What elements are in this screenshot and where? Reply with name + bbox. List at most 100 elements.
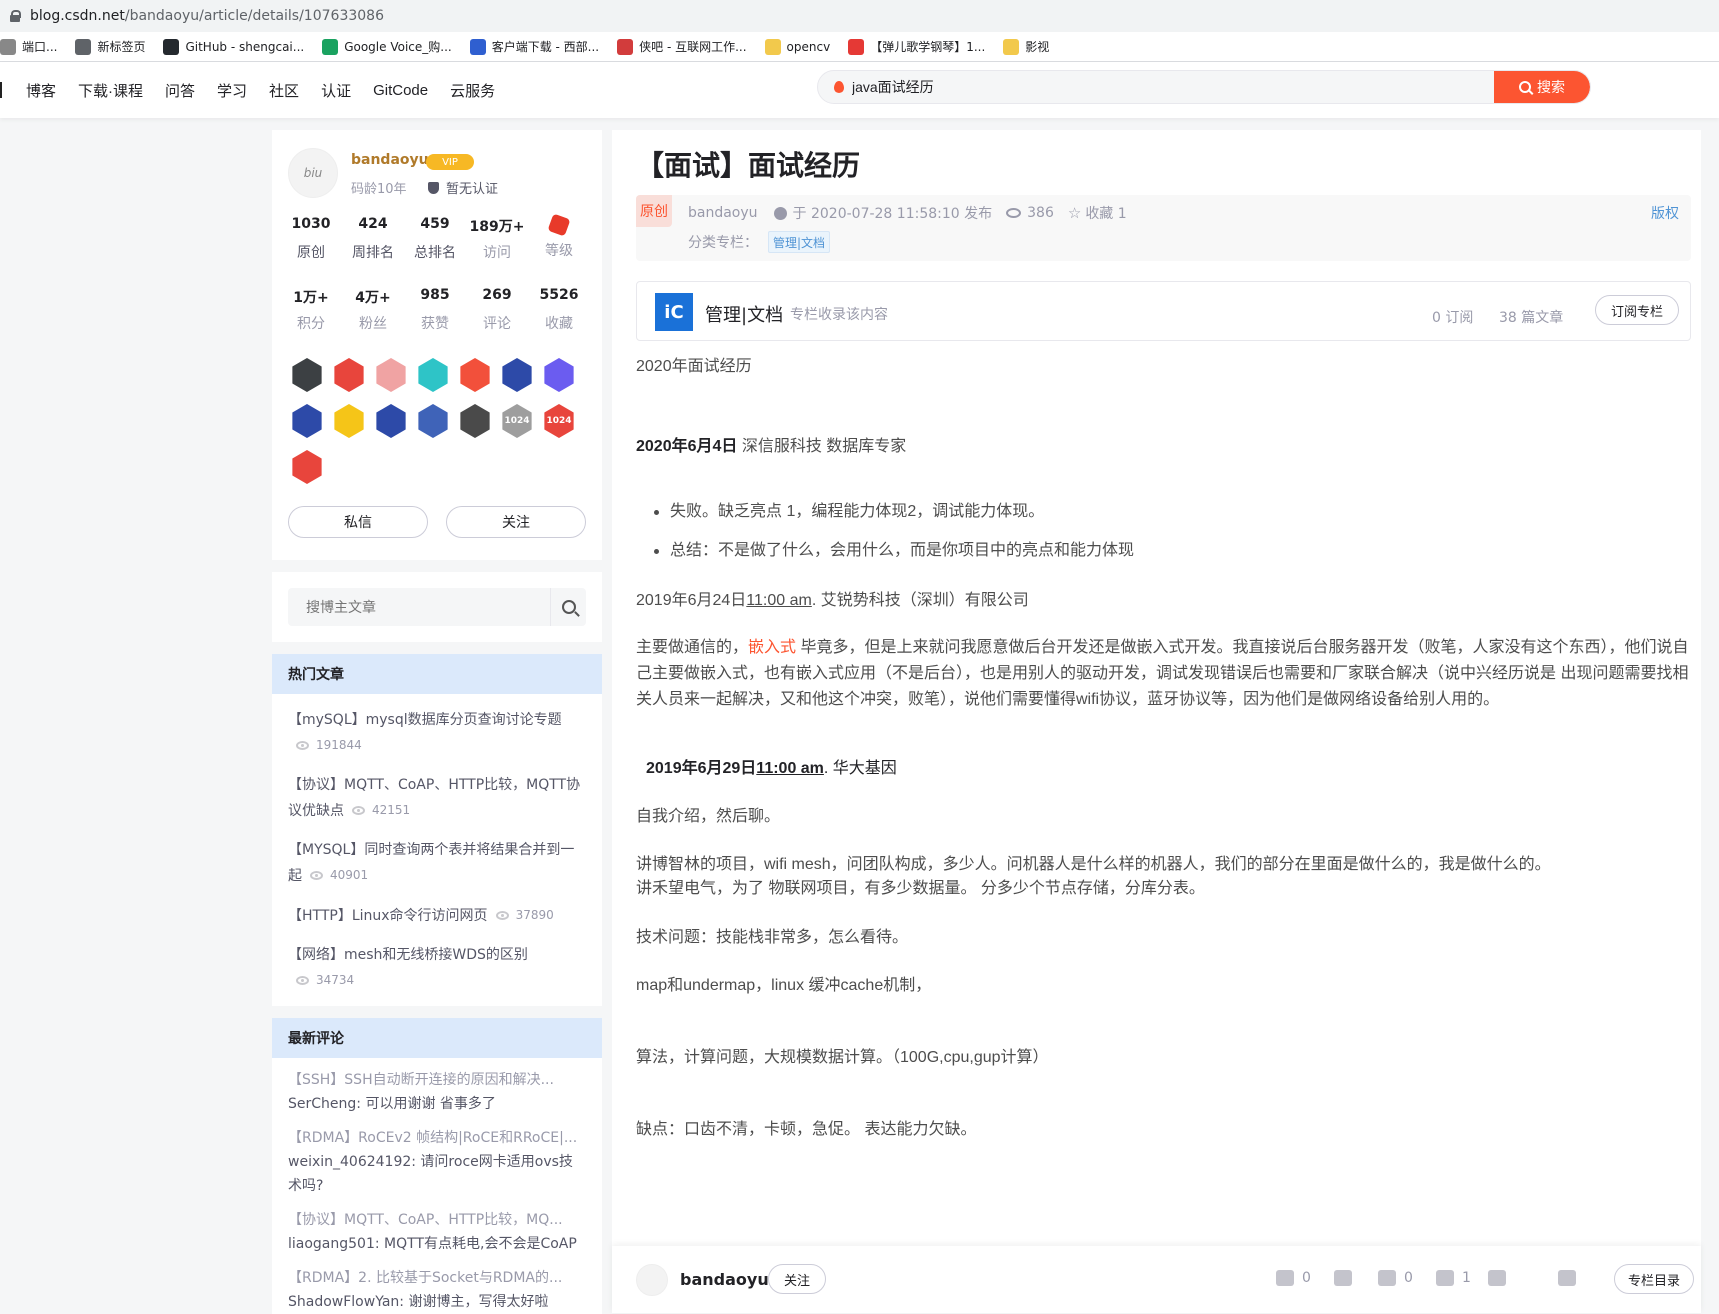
article-title: 【面试】面试经历 bbox=[636, 150, 861, 181]
follow-button[interactable]: 关注 bbox=[446, 506, 586, 538]
comment-item[interactable]: 【RDMA】2. 比较基于Socket与RDMA的... ShadowFlowYa… bbox=[272, 1266, 602, 1314]
bookmark-item[interactable]: 影视 bbox=[1003, 38, 1049, 55]
hot-article-item[interactable]: 【HTTP】Linux命令行访问网页 37890 bbox=[272, 903, 602, 929]
achievement-badge-icon[interactable] bbox=[460, 358, 490, 392]
achievement-badge-icon[interactable] bbox=[292, 358, 322, 392]
comment-article[interactable]: 【协议】MQTT、CoAP、HTTP比较，MQ... bbox=[288, 1208, 586, 1232]
achievement-badge-icon[interactable] bbox=[334, 404, 364, 438]
toolbar-avatar[interactable] bbox=[636, 1264, 668, 1296]
bookmark-item[interactable]: 新标签页 bbox=[75, 38, 145, 55]
bookmark-item[interactable]: 【弹儿歌学钢琴】1... bbox=[848, 38, 985, 55]
bookmark-item[interactable]: opencv bbox=[764, 38, 830, 55]
reward-button[interactable] bbox=[1488, 1270, 1514, 1286]
nav-item[interactable]: 问答 bbox=[165, 80, 195, 101]
profile-stat[interactable]: 等级 bbox=[528, 213, 590, 262]
private-message-button[interactable]: 私信 bbox=[288, 506, 428, 538]
article-paragraph: 主要做通信的，嵌入式 毕竟多，但是上来就问我愿意做后台开发还是做嵌入式开发。我直… bbox=[636, 635, 1691, 713]
w-icon bbox=[469, 38, 486, 55]
nav-item[interactable]: 社区 bbox=[269, 80, 299, 101]
bookmark-item[interactable]: 端口... bbox=[0, 38, 57, 55]
profile-stat[interactable]: 985 获赞 bbox=[404, 287, 466, 333]
toolbar-follow-button[interactable]: 关注 bbox=[768, 1264, 826, 1294]
profile-stat[interactable]: 5526 收藏 bbox=[528, 287, 590, 333]
browser-address-bar[interactable]: blog.csdn.net/bandaoyu/article/details/1… bbox=[0, 0, 1719, 32]
achievement-badge-icon[interactable]: 1024 bbox=[502, 404, 532, 438]
achievement-badge-icon[interactable] bbox=[502, 358, 532, 392]
like-button[interactable]: 0 bbox=[1276, 1270, 1311, 1286]
hot-article-title[interactable]: 【网络】mesh和无线桥接WDS的区别 bbox=[288, 947, 528, 963]
hot-article-item[interactable]: 【网络】mesh和无线桥接WDS的区别 34734 bbox=[272, 943, 602, 994]
hot-article-title[interactable]: 【mySQL】mysql数据库分页查询讨论专题 bbox=[288, 712, 562, 728]
column-card[interactable]: iC 管理|文档 专栏收录该内容 0 订阅 38 篇文章 订阅专栏 bbox=[636, 281, 1691, 341]
column-name[interactable]: 管理|文档 bbox=[705, 301, 783, 327]
profile-actions: 私信 关注 bbox=[288, 506, 586, 538]
site-search-button[interactable]: 搜索 bbox=[1494, 71, 1590, 103]
comment-item[interactable]: 【协议】MQTT、CoAP、HTTP比较，MQ... liaogang501: M… bbox=[272, 1208, 602, 1256]
achievement-badge-icon[interactable] bbox=[418, 358, 448, 392]
stat-value: 424 bbox=[358, 216, 388, 232]
site-search-input[interactable] bbox=[852, 79, 1494, 95]
comment-item[interactable]: 【SSH】SSH自动断开连接的原因和解决... SerCheng: 可以用谢谢 省… bbox=[272, 1068, 602, 1116]
blog-search-button[interactable] bbox=[550, 588, 586, 626]
article-paragraph: 自我介绍，然后聊。 bbox=[636, 808, 781, 825]
toolbar-author-name[interactable]: bandaoyu bbox=[680, 1270, 769, 1289]
profile-stat[interactable]: 1030 原创 bbox=[280, 216, 342, 262]
lock-icon bbox=[10, 10, 21, 22]
list-item: 总结：不是做了什么，会用什么，而是你项目中的亮点和能力体现 bbox=[653, 538, 1134, 564]
nav-item[interactable]: GitCode bbox=[373, 82, 428, 99]
bookmark-item[interactable]: 客户端下载 - 西部... bbox=[469, 38, 599, 55]
comment-article[interactable]: 【RDMA】RoCEv2 帧结构|RoCE和RRoCE|... bbox=[288, 1126, 586, 1150]
subscribe-column-button[interactable]: 订阅专栏 bbox=[1595, 295, 1679, 325]
article-favorites[interactable]: 收藏 1 bbox=[1085, 203, 1126, 223]
ting-icon bbox=[848, 38, 865, 55]
achievement-badge-icon[interactable] bbox=[544, 358, 574, 392]
achievement-badge-icon[interactable] bbox=[418, 404, 448, 438]
nav-item[interactable]: 下载·课程 bbox=[78, 80, 143, 101]
hot-article-item[interactable]: 【MYSQL】同时查询两个表并将结果合并到一起 40901 bbox=[272, 838, 602, 889]
share-button[interactable] bbox=[1558, 1270, 1584, 1286]
profile-stat[interactable]: 269 评论 bbox=[466, 287, 528, 333]
comment-article[interactable]: 【RDMA】2. 比较基于Socket与RDMA的... bbox=[288, 1266, 586, 1290]
nav-item[interactable]: 博客 bbox=[26, 80, 56, 101]
hot-article-title[interactable]: 【HTTP】Linux命令行访问网页 bbox=[288, 908, 488, 924]
nav-item[interactable]: 学习 bbox=[217, 80, 247, 101]
profile-stat[interactable]: 1万+ 积分 bbox=[280, 287, 342, 333]
bookmark-item[interactable]: Google Voice_购... bbox=[322, 38, 452, 55]
category-tag[interactable]: 管理|文档 bbox=[768, 231, 831, 253]
achievement-badge-icon[interactable] bbox=[292, 404, 322, 438]
keyword-search-link[interactable]: 嵌入式 bbox=[748, 639, 796, 656]
column-directory-button[interactable]: 专栏目录 bbox=[1614, 1264, 1694, 1294]
stat-label: 收藏 bbox=[545, 316, 573, 332]
hot-article-title[interactable]: 【协议】MQTT、CoAP、HTTP比较，MQTT协议优缺点 bbox=[288, 777, 580, 819]
favorite-button[interactable]: 1 bbox=[1436, 1270, 1471, 1286]
avatar[interactable]: biu bbox=[288, 148, 338, 198]
copyright-link[interactable]: 版权 bbox=[1651, 203, 1679, 223]
nav-item[interactable]: 云服务 bbox=[450, 80, 495, 101]
article-info-box: 原创 bandaoyu 于 2020-07-28 11:58:10 发布 386… bbox=[636, 195, 1691, 261]
profile-stat[interactable]: 4万+ 粉丝 bbox=[342, 287, 404, 333]
hot-article-item[interactable]: 【协议】MQTT、CoAP、HTTP比较，MQTT协议优缺点 42151 bbox=[272, 773, 602, 824]
profile-stat[interactable]: 459 总排名 bbox=[404, 216, 466, 262]
comment-item[interactable]: 【RDMA】RoCEv2 帧结构|RoCE和RRoCE|... weixin_40… bbox=[272, 1126, 602, 1198]
bookmark-item[interactable]: 侠吧 - 互联网工作... bbox=[617, 38, 747, 55]
bookmark-item[interactable]: GitHub - shengcai... bbox=[163, 38, 304, 55]
column-article-count: 38 篇文章 bbox=[1499, 310, 1564, 326]
comment-button[interactable]: 0 bbox=[1378, 1270, 1413, 1286]
achievement-badge-icon[interactable]: 1024 bbox=[544, 404, 574, 438]
profile-username[interactable]: bandaoyu bbox=[351, 152, 429, 168]
article-author-link[interactable]: bandaoyu bbox=[688, 205, 758, 221]
share-icon bbox=[1558, 1270, 1576, 1286]
profile-stat[interactable]: 424 周排名 bbox=[342, 216, 404, 262]
achievement-badge-icon[interactable] bbox=[334, 358, 364, 392]
hot-article-item[interactable]: 【mySQL】mysql数据库分页查询讨论专题 191844 bbox=[272, 708, 602, 759]
achievement-badge-icon[interactable] bbox=[376, 358, 406, 392]
nav-item[interactable]: 认证 bbox=[321, 80, 351, 101]
achievement-badge-icon[interactable] bbox=[292, 450, 322, 484]
achievement-badge-icon[interactable] bbox=[460, 404, 490, 438]
achievement-badge-icon[interactable] bbox=[376, 404, 406, 438]
favorite-star-icon[interactable]: ☆ bbox=[1068, 204, 1081, 222]
dislike-button[interactable] bbox=[1334, 1270, 1360, 1286]
blog-search-input[interactable] bbox=[288, 599, 550, 615]
profile-stat[interactable]: 189万+ 访问 bbox=[466, 216, 528, 262]
comment-article[interactable]: 【SSH】SSH自动断开连接的原因和解决... bbox=[288, 1068, 586, 1092]
